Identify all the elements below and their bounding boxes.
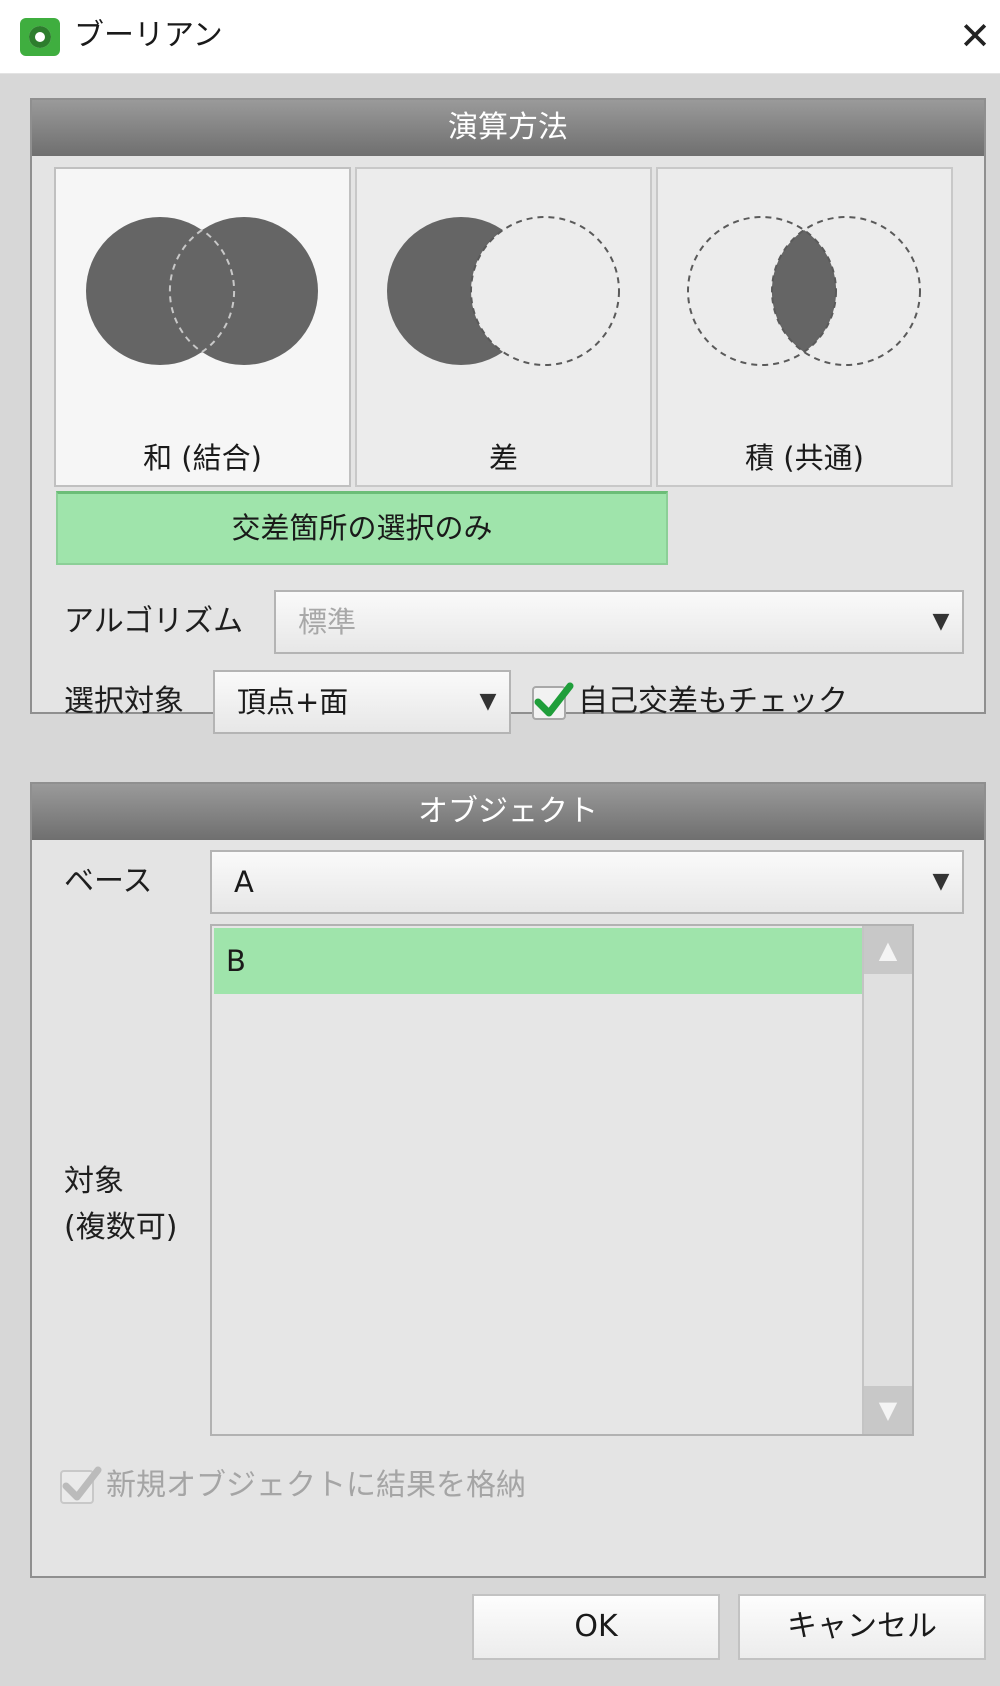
triangle-down-icon: ▼ bbox=[932, 869, 950, 894]
selection-target-value: 頂点+面 bbox=[237, 685, 349, 719]
algorithm-label: アルゴリズム bbox=[64, 604, 244, 639]
operation-group: 演算方法 和 (結合) 差 積 (共通) 交差箇所の選択のみ アルゴリズム 標準… bbox=[30, 98, 986, 734]
self-intersect-checkbox[interactable] bbox=[532, 682, 574, 720]
algorithm-value: 標準 bbox=[298, 605, 357, 639]
intersection-icon bbox=[687, 216, 921, 366]
checkmark-icon bbox=[534, 682, 574, 717]
difference-option[interactable]: 差 bbox=[355, 167, 652, 487]
objects-group: オブジェクト ベース A ▼ B ▲ ▼ 対象 (複数可) 新規オブジェクトに結… bbox=[30, 782, 986, 1578]
scroll-down-icon[interactable]: ▼ bbox=[864, 1386, 912, 1434]
difference-label: 差 bbox=[488, 441, 518, 475]
intersection-select-only-button[interactable]: 交差箇所の選択のみ bbox=[56, 491, 668, 565]
intersection-label: 積 (共通) bbox=[745, 441, 864, 475]
difference-icon bbox=[387, 216, 620, 366]
targets-label-line1: 対象 bbox=[64, 1164, 124, 1199]
targets-label-line2: (複数可) bbox=[64, 1210, 178, 1245]
store-new-object-label: 新規オブジェクトに結果を格納 bbox=[106, 1468, 526, 1503]
algorithm-dropdown[interactable]: 標準 ▼ bbox=[274, 590, 964, 654]
window-title: ブーリアン bbox=[74, 18, 223, 53]
app-icon bbox=[20, 18, 60, 56]
base-label: ベース bbox=[64, 864, 153, 899]
selection-target-label: 選択対象 bbox=[64, 684, 184, 719]
self-intersect-label: 自己交差もチェック bbox=[578, 684, 848, 719]
union-label: 和 (結合) bbox=[143, 441, 262, 475]
base-dropdown[interactable]: A ▼ bbox=[210, 850, 964, 914]
intersection-option[interactable]: 積 (共通) bbox=[656, 167, 953, 487]
selection-target-dropdown[interactable]: 頂点+面 ▼ bbox=[213, 670, 511, 734]
triangle-down-icon: ▼ bbox=[479, 689, 497, 714]
store-new-object-checkbox[interactable] bbox=[60, 1466, 102, 1504]
checkmark-icon bbox=[62, 1466, 102, 1501]
scroll-up-icon[interactable]: ▲ bbox=[864, 926, 912, 974]
triangle-down-icon: ▼ bbox=[932, 609, 950, 634]
ok-button[interactable]: OK bbox=[472, 1594, 720, 1660]
union-option[interactable]: 和 (結合) bbox=[54, 167, 351, 487]
title-bar: ブーリアン ✕ bbox=[0, 0, 1000, 74]
union-icon bbox=[86, 217, 318, 365]
base-value: A bbox=[234, 865, 254, 899]
target-list-scrollbar[interactable]: ▲ ▼ bbox=[862, 926, 912, 1434]
list-item[interactable]: B bbox=[214, 928, 862, 994]
objects-header: オブジェクト bbox=[32, 784, 984, 840]
close-icon[interactable]: ✕ bbox=[950, 10, 1000, 62]
cancel-button[interactable]: キャンセル bbox=[738, 1594, 986, 1660]
operation-header: 演算方法 bbox=[32, 100, 984, 156]
target-list[interactable]: B ▲ ▼ bbox=[210, 924, 914, 1436]
